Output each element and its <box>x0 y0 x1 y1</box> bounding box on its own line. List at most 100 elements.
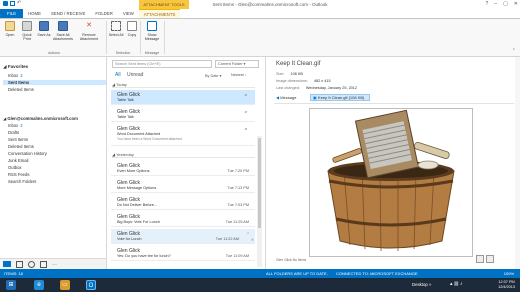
tab-folder[interactable]: FOLDER <box>90 9 117 18</box>
file-explorer-icon[interactable]: ▭ <box>60 280 70 290</box>
folder-sent-items[interactable]: Sent Items <box>8 137 28 142</box>
internet-explorer-icon[interactable]: e <box>34 280 44 290</box>
favorite-inbox[interactable]: Inbox 2 <box>8 73 23 78</box>
sort-by-select[interactable]: By Date ▾ <box>205 73 221 78</box>
notification-icon[interactable]: ▴ <box>450 281 453 287</box>
message-preview: You have been a Word Document attached. <box>117 137 183 141</box>
account-header[interactable]: ◢ Glen@commalms.onmicrosoft.com <box>3 116 78 121</box>
taskbar: ⊞ e ▭ O Desktop » ▴ ▥ ♪ 12:37 PM 12/4/20… <box>0 278 520 292</box>
message-item[interactable]: Glen Glick Do Not Deliver Before... Tue … <box>111 195 255 210</box>
volume-icon[interactable]: ♪ <box>460 281 463 287</box>
reading-pane-scrollbar[interactable] <box>515 57 520 269</box>
favorites-label: Favorites <box>7 64 29 69</box>
collapse-ribbon-icon[interactable]: ⌃ <box>512 48 516 54</box>
clock[interactable]: 12:37 PM 12/4/2013 <box>498 280 515 290</box>
message-item[interactable]: Glen Glick Word Document Attached You ha… <box>111 124 255 146</box>
print-icon <box>22 21 32 31</box>
close-icon[interactable]: ✕ <box>514 0 518 9</box>
people-icon[interactable] <box>28 260 35 268</box>
copy-button[interactable]: Copy <box>124 21 140 37</box>
open-button[interactable]: Open <box>2 21 18 37</box>
avatar[interactable] <box>476 255 484 263</box>
folder-drafts[interactable]: Drafts <box>8 130 19 135</box>
send-receive-icon[interactable] <box>10 1 15 6</box>
quick-print-button[interactable]: Quick Print <box>19 21 35 41</box>
calendar-icon[interactable] <box>16 260 23 268</box>
save-all-icon <box>58 21 68 31</box>
tab-attachments[interactable]: ATTACHMENTS <box>138 9 181 18</box>
tab-send-receive[interactable]: SEND / RECEIVE <box>46 9 90 18</box>
message-item[interactable]: Glen Glick Yes: Do you have tee for lunc… <box>111 246 255 261</box>
message-time: Tue 7:13 PM <box>227 186 249 190</box>
group-divider <box>140 21 141 54</box>
folder-inbox[interactable]: Inbox 2 <box>8 123 23 128</box>
message-subject: Even More Options <box>117 169 150 173</box>
message-item[interactable]: Glen Glick Table Talk ⌀ <box>111 107 255 122</box>
mail-icon[interactable] <box>3 261 11 267</box>
folder-label: Search Folders <box>8 179 37 184</box>
attachment-size: Size: 108 KB <box>276 72 303 76</box>
sort-by-value: By Date <box>205 74 219 78</box>
folder-label: Deleted Items <box>8 87 34 92</box>
scrollbar-thumb[interactable] <box>258 138 261 228</box>
reply-icon[interactable]: ⌂ <box>247 230 249 235</box>
back-to-message-button[interactable]: ◀ Message <box>276 95 296 100</box>
folder-rss-feeds[interactable]: RSS Feeds <box>8 172 29 177</box>
folder-outbox[interactable]: Outbox <box>8 165 22 170</box>
message-item[interactable]: Glen Glick Big Boys: Vote For Lunch Tue … <box>111 212 255 227</box>
image-file-icon: ▣ <box>313 95 317 100</box>
attachment-preview-image <box>309 108 473 257</box>
folder-conversation-history[interactable]: Conversation History <box>8 151 47 156</box>
favorite-sent-items[interactable]: Sent Items <box>3 80 106 85</box>
attachment-chip[interactable]: ▣ Keep It Clean.gif (108 KB) <box>310 94 370 101</box>
message-item[interactable]: Glen Glick Vote for Lunch Tue 11:22 AM ⌂… <box>111 229 255 244</box>
folder-search-folders[interactable]: Search Folders <box>8 179 36 184</box>
search-scope-select[interactable]: Current Folder ▾ <box>215 60 259 68</box>
favorite-deleted-items[interactable]: Deleted Items <box>8 87 34 92</box>
message-list-scrollbar[interactable] <box>257 136 262 267</box>
sort-direction-toggle[interactable]: Newest ↓ <box>231 73 247 77</box>
message-item[interactable]: Glen Glick More Message Options Tue 7:13… <box>111 178 255 193</box>
tasks-icon[interactable] <box>40 260 47 268</box>
tab-view[interactable]: VIEW <box>118 9 139 18</box>
show-message-button[interactable]: Show Message <box>142 21 162 41</box>
tab-file[interactable]: FILE <box>0 9 24 18</box>
delete-icon[interactable]: ✕ <box>251 237 254 242</box>
message-subject: Vote for Lunch <box>117 237 142 241</box>
folder-junk-email[interactable]: Junk Email <box>8 158 28 163</box>
group-header-yesterday[interactable]: ◢ Yesterday <box>112 151 255 158</box>
remove-attachment-button[interactable]: ✕ Remove Attachment <box>78 21 100 41</box>
message-item[interactable]: Glen Glick Table Talk ⌀ <box>111 90 255 105</box>
desktop-toolbar[interactable]: Desktop » <box>412 278 431 292</box>
favorites-header[interactable]: ◢ Favorites <box>3 64 28 70</box>
more-icon[interactable]: … <box>52 261 57 267</box>
group-selection: Selection <box>115 51 131 55</box>
maximize-icon[interactable]: ▢ <box>503 0 508 9</box>
ribbon: Open Quick Print Save As Save All Attach… <box>0 19 520 57</box>
tab-home[interactable]: HOME <box>23 9 46 18</box>
save-as-button[interactable]: Save As <box>36 21 52 37</box>
washtub-image <box>327 109 455 252</box>
folder-deleted-items[interactable]: Deleted Items <box>8 144 34 149</box>
start-icon[interactable]: ⊞ <box>6 280 16 290</box>
network-icon[interactable]: ▥ <box>454 281 459 287</box>
message-subject: Table Talk <box>117 115 134 119</box>
zoom-level[interactable]: 100% <box>504 269 514 278</box>
outlook-app-icon <box>3 1 8 6</box>
message-item[interactable]: Glen Glick Even More Options Tue 7:20 PM <box>111 161 255 176</box>
changed-value: Wednesday, January 25, 2012 <box>305 86 358 90</box>
help-icon[interactable]: ? <box>486 0 489 9</box>
group-header-today[interactable]: ◢ Today <box>112 81 255 88</box>
filter-all[interactable]: All <box>115 72 121 78</box>
save-all-attachments-button[interactable]: Save All Attachments <box>53 21 73 41</box>
sender-footer: Glen Glick No Items <box>276 258 306 262</box>
search-input[interactable]: Search Sent Items (Ctrl+E) <box>112 60 212 68</box>
attachment-chip-label: Keep It Clean.gif (108 KB) <box>317 95 365 100</box>
minimize-icon[interactable]: – <box>494 0 497 9</box>
filter-unread[interactable]: Unread <box>127 72 143 78</box>
select-all-button[interactable]: Select All <box>108 21 124 37</box>
outlook-taskbar-icon[interactable]: O <box>86 280 96 290</box>
avatar[interactable] <box>486 255 494 263</box>
undo-icon[interactable]: ↶ <box>17 1 22 6</box>
remove-attachment-icon: ✕ <box>86 22 92 29</box>
